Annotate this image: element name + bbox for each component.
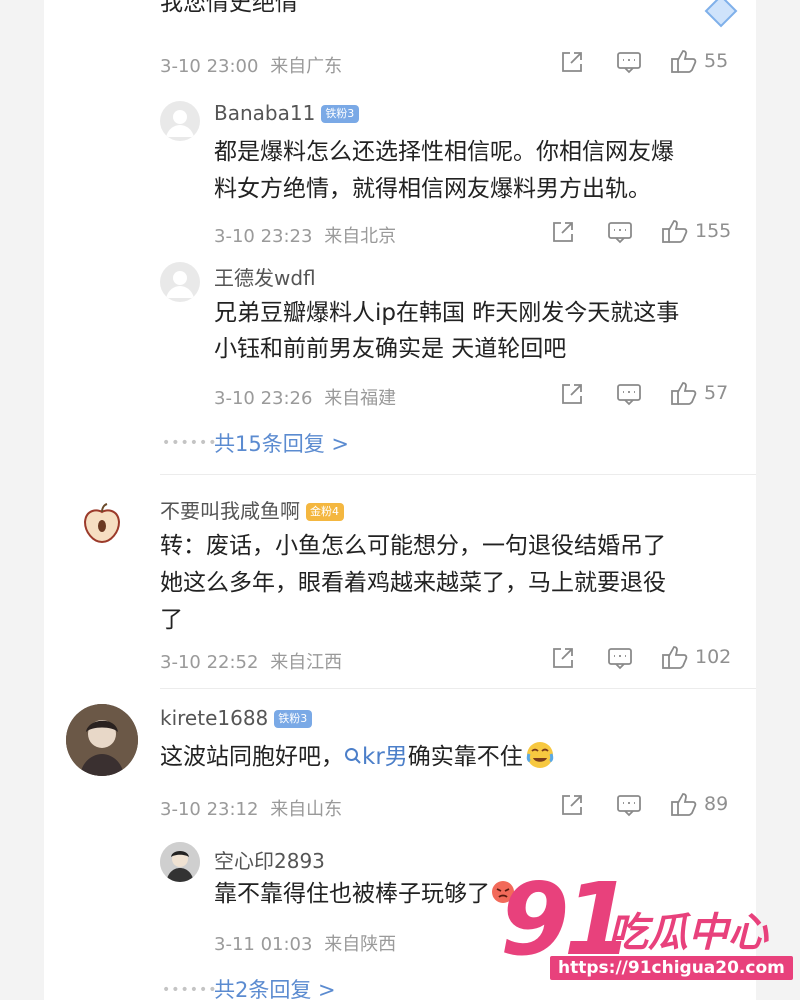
share-icon — [553, 222, 573, 242]
thumbs-up-icon — [662, 646, 688, 669]
thread-dots: •••••• — [162, 982, 218, 998]
like-button[interactable]: 102 — [661, 644, 731, 670]
comment-icon — [608, 222, 632, 244]
reply-time: 3-10 23:26 — [214, 388, 313, 409]
comment-icon — [617, 52, 641, 74]
more-replies-link[interactable]: 共2条回复 > — [214, 974, 336, 1000]
like-button[interactable]: 89 — [670, 791, 728, 817]
reply-text-line: 兄弟豆瓣爆料人ip在韩国 昨天刚发今天就这事 — [214, 300, 680, 326]
avatar[interactable] — [160, 262, 200, 302]
comment-time: 3-10 22:52 — [160, 652, 259, 673]
fan-badge: 铁粉3 — [321, 105, 360, 123]
top-comment-text: 我您情史绝情 — [160, 0, 298, 16]
comment-button[interactable] — [607, 646, 633, 670]
reply-location: 来自北京 — [324, 226, 397, 247]
comment-time: 3-10 23:00 — [160, 56, 259, 77]
comment-button[interactable] — [607, 220, 633, 244]
like-button[interactable]: 57 — [670, 380, 728, 406]
reply-text: 靠不靠得住也被棒子玩够了 — [214, 877, 516, 911]
reply-author[interactable]: Banaba11 铁粉3 — [214, 101, 360, 125]
thumbs-up-icon — [662, 220, 688, 243]
more-replies-link[interactable]: 共15条回复 > — [214, 428, 349, 458]
avatar[interactable] — [66, 704, 138, 776]
comment-location: 来自山东 — [270, 799, 343, 820]
comment-meta: 3-10 22:52 来自江西 — [160, 648, 342, 674]
share-icon — [562, 384, 582, 404]
share-icon — [562, 795, 582, 815]
search-icon — [345, 748, 361, 764]
site-watermark: 91 吃瓜中心 https://91chigua20.com — [500, 870, 800, 1000]
share-button[interactable] — [560, 793, 584, 817]
fan-badge: 金粉4 — [306, 503, 344, 521]
thumbs-up-icon — [671, 793, 697, 816]
username[interactable]: 王德发wdfl — [214, 262, 316, 291]
thread-dots: •••••• — [162, 435, 218, 451]
avatar[interactable] — [78, 500, 126, 548]
diamond-sticker-icon — [704, 0, 738, 28]
avatar[interactable] — [160, 842, 200, 882]
like-button[interactable]: 155 — [661, 218, 731, 244]
share-icon — [562, 52, 582, 72]
watermark-url: https://91chigua20.com — [550, 956, 793, 980]
comment-icon — [617, 795, 641, 817]
username[interactable]: 不要叫我咸鱼啊 — [160, 499, 300, 523]
comment-icon — [617, 384, 641, 406]
reply-text-line: 都是爆料怎么还选择性相信呢。你相信网友爆 — [214, 139, 674, 165]
comment-icon — [608, 648, 632, 670]
comment-text-line: 了 — [160, 607, 183, 633]
comment-location: 来自江西 — [270, 652, 343, 673]
like-count: 102 — [695, 646, 732, 668]
divider — [160, 688, 756, 689]
comment-feed: 我您情史绝情 3-10 23:00 来自广东 55 Banaba11 铁粉3 都是… — [44, 0, 756, 1000]
share-button[interactable] — [551, 646, 575, 670]
thumbs-up-icon — [671, 382, 697, 405]
reply-meta: 3-10 23:23 来自北京 — [214, 222, 396, 248]
search-topic-link[interactable]: kr男 — [344, 744, 408, 770]
like-count: 55 — [704, 50, 729, 72]
watermark-name: 吃瓜中心 — [608, 910, 768, 956]
comment-button[interactable] — [616, 793, 642, 817]
search-topic-text[interactable]: kr男 — [362, 744, 408, 770]
share-icon — [553, 648, 573, 668]
share-button[interactable] — [560, 50, 584, 74]
share-button[interactable] — [551, 220, 575, 244]
username[interactable]: 空心印2893 — [214, 845, 325, 874]
reply-location: 来自福建 — [324, 388, 397, 409]
like-count: 57 — [704, 382, 729, 404]
divider — [160, 474, 756, 475]
comment-text-segment: 这波站同胞好吧， — [160, 744, 344, 770]
comment-location: 来自广东 — [270, 56, 343, 77]
like-count: 155 — [695, 220, 732, 242]
comment-time: 3-10 23:12 — [160, 799, 259, 820]
comment-author[interactable]: 不要叫我咸鱼啊 金粉4 — [160, 495, 344, 524]
like-button[interactable]: 55 — [670, 48, 728, 74]
reply-text-line: 料女方绝情，就得相信网友爆料男方出轨。 — [214, 176, 651, 202]
comment-text-segment: 确实靠不住 — [407, 744, 523, 770]
reply-location: 来自陕西 — [324, 934, 397, 955]
thumbs-up-icon — [671, 50, 697, 73]
comment-button[interactable] — [616, 50, 642, 74]
comment-text: 这波站同胞好吧， kr男确实靠不住 — [160, 740, 555, 774]
comment-text-line: 她这么多年，眼看着鸡越来越菜了，马上就要退役 — [160, 570, 666, 596]
reply-text-segment: 靠不靠得住也被棒子玩够了 — [214, 881, 490, 907]
reply-meta: 3-11 01:03 来自陕西 — [214, 930, 396, 956]
share-button[interactable] — [560, 382, 584, 406]
reply-time: 3-11 01:03 — [214, 934, 313, 955]
like-count: 89 — [704, 793, 729, 815]
reply-text-line: 小钰和前前男友确实是 天道轮回吧 — [214, 336, 567, 362]
avatar[interactable] — [160, 101, 200, 141]
username[interactable]: Banaba11 — [214, 101, 315, 125]
reply-meta: 3-10 23:26 来自福建 — [214, 384, 396, 410]
comment-meta: 3-10 23:12 来自山东 — [160, 795, 342, 821]
reply-time: 3-10 23:23 — [214, 226, 313, 247]
top-comment-meta: 3-10 23:00 来自广东 — [160, 52, 342, 78]
comment-author[interactable]: kirete1688 铁粉3 — [160, 706, 313, 730]
username[interactable]: kirete1688 — [160, 706, 268, 730]
crying-laughing-emoji-icon — [526, 742, 553, 768]
fan-badge: 铁粉3 — [274, 710, 313, 728]
comment-button[interactable] — [616, 382, 642, 406]
comment-text-line: 转：废话，小鱼怎么可能想分，一句退役结婚吊了 — [160, 533, 666, 559]
